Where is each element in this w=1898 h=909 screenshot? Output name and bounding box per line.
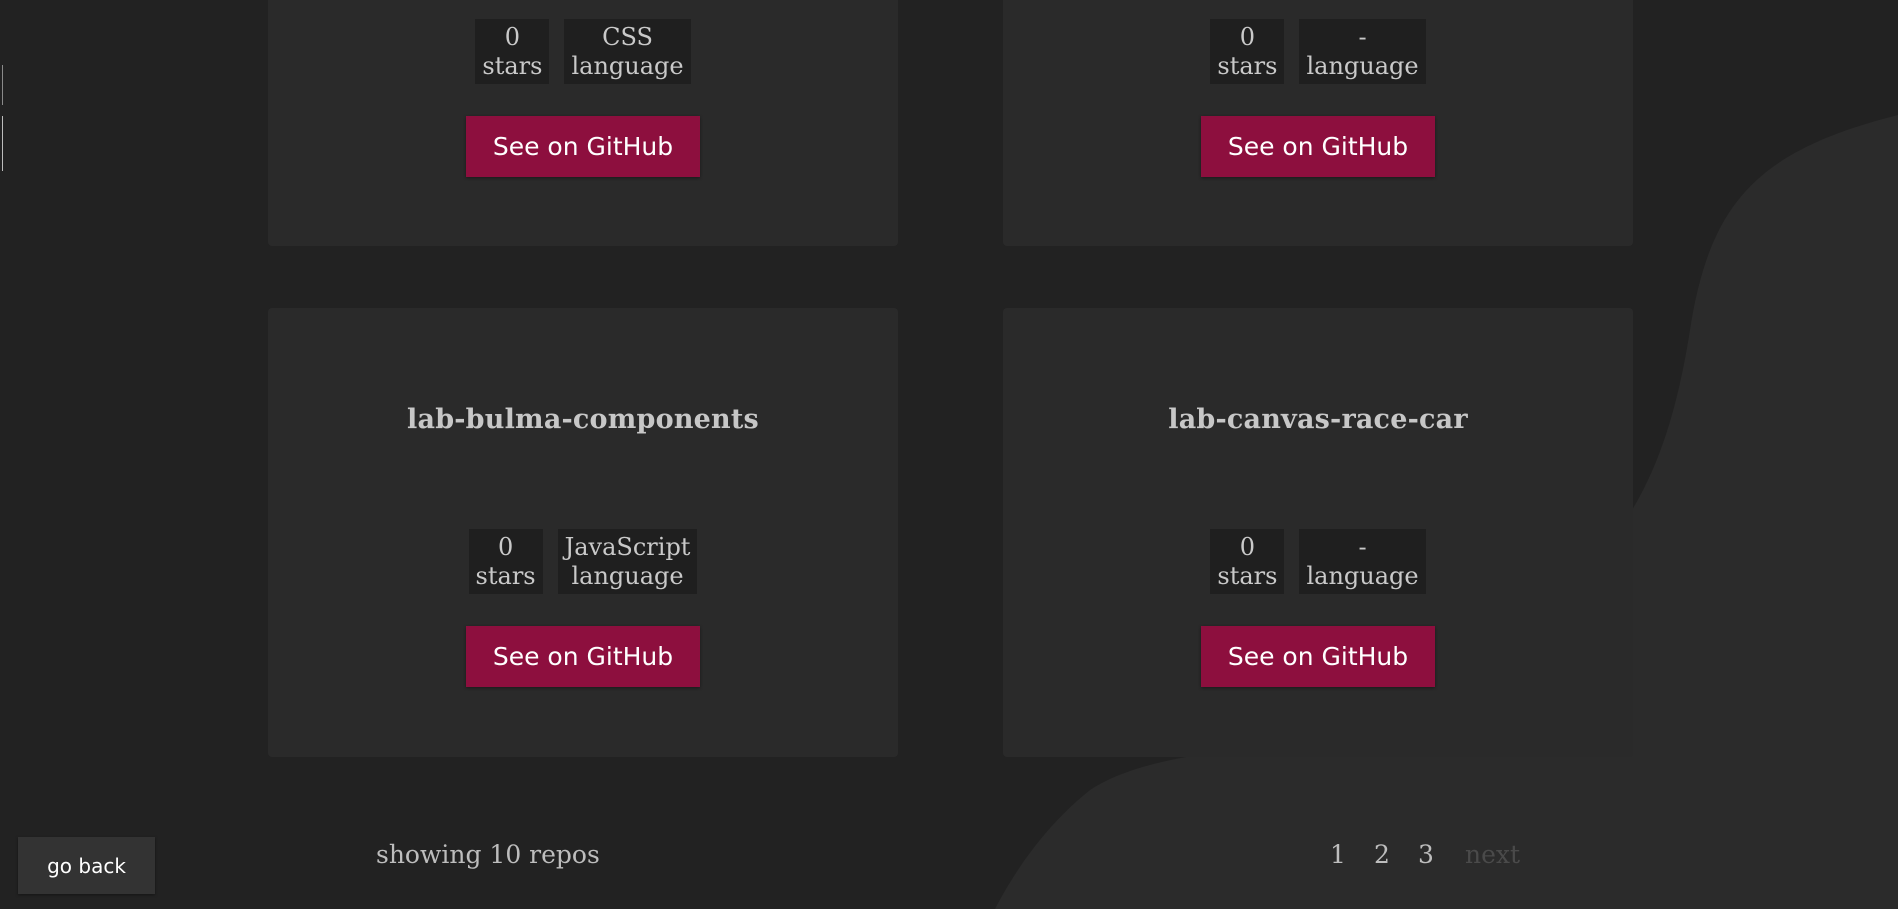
see-on-github-button[interactable]: See on GitHub — [466, 626, 700, 687]
language-stat: CSS language — [564, 19, 691, 84]
scroll-indicator-line — [2, 116, 3, 171]
next-page-link[interactable]: next — [1465, 840, 1520, 869]
language-label: language — [1306, 52, 1419, 80]
repo-name: lab-bulma-components — [407, 404, 759, 435]
language-stat: JavaScript language — [557, 529, 698, 594]
language-stat: - language — [1299, 19, 1426, 84]
page-link-1[interactable]: 1 — [1325, 840, 1351, 869]
repo-name: lab-canvas-race-car — [1168, 404, 1468, 435]
repo-count-text: showing 10 repos — [376, 840, 600, 869]
stars-label: stars — [482, 52, 543, 80]
repo-stats: 0 stars - language — [1003, 529, 1633, 594]
language-stat: - language — [1299, 529, 1426, 594]
stars-label: stars — [1217, 562, 1278, 590]
language-label: language — [571, 562, 684, 590]
language-value: - — [1358, 23, 1367, 51]
repo-stats: 0 stars - language — [1003, 19, 1633, 84]
pagination: 1 2 3 next — [1325, 840, 1520, 869]
see-on-github-button[interactable]: See on GitHub — [1201, 116, 1435, 177]
language-label: language — [1306, 562, 1419, 590]
go-back-button[interactable]: go back — [18, 837, 155, 894]
language-label: language — [571, 52, 684, 80]
stars-value: 0 — [504, 23, 521, 51]
see-on-github-button[interactable]: See on GitHub — [466, 116, 700, 177]
repo-card: lab-canvas-race-car 0 stars - language S… — [1003, 308, 1633, 757]
language-value: CSS — [602, 23, 653, 51]
stars-stat: 0 stars — [1210, 529, 1285, 594]
stars-stat: 0 stars — [475, 19, 550, 84]
see-on-github-button[interactable]: See on GitHub — [1201, 626, 1435, 687]
page-link-3[interactable]: 3 — [1413, 840, 1439, 869]
scroll-indicator-line — [2, 65, 3, 105]
language-value: - — [1358, 533, 1367, 561]
stars-value: 0 — [497, 533, 514, 561]
language-value: JavaScript — [564, 533, 691, 561]
repo-stats: 0 stars CSS language — [268, 19, 898, 84]
stars-label: stars — [1217, 52, 1278, 80]
repo-card: 0 stars - language See on GitHub — [1003, 0, 1633, 246]
stars-stat: 0 stars — [1210, 19, 1285, 84]
page-link-2[interactable]: 2 — [1369, 840, 1395, 869]
stars-value: 0 — [1239, 23, 1256, 51]
stars-stat: 0 stars — [468, 529, 543, 594]
repo-stats: 0 stars JavaScript language — [268, 529, 898, 594]
repo-card: 0 stars CSS language See on GitHub — [268, 0, 898, 246]
repo-card: lab-bulma-components 0 stars JavaScript … — [268, 308, 898, 757]
stars-value: 0 — [1239, 533, 1256, 561]
stars-label: stars — [475, 562, 536, 590]
